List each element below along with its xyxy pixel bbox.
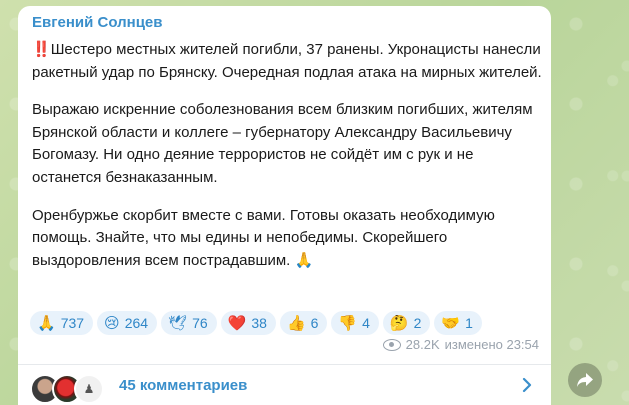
share-button[interactable] — [568, 363, 602, 397]
reaction-thumbs-down[interactable]: 👎 4 — [331, 311, 379, 335]
paragraph-2: Выражаю искренние соболезнования всем бл… — [32, 101, 533, 186]
message-text: ‼️ Шестеро местных жителей погибли, 37 ра… — [32, 39, 544, 287]
eye-icon — [382, 338, 401, 351]
reaction-cry[interactable]: 😢 264 — [97, 311, 158, 335]
avatar: ♟ — [74, 374, 104, 404]
paragraph-3: Оренбуржье скорбит вместе с вами. Готовы… — [32, 206, 495, 269]
commenter-avatars: ♟ — [30, 374, 104, 404]
comments-count-label[interactable]: 45 комментариев — [119, 377, 247, 394]
double-exclamation-emoji: ‼️ — [32, 41, 51, 58]
share-arrow-icon — [577, 373, 593, 387]
channel-post: Евгений Солнцев ‼️ Шестеро местных жителе… — [18, 6, 551, 405]
reaction-thinking[interactable]: 🤔 2 — [382, 311, 431, 335]
paragraph-1: ‼️ Шестеро местных жителей погибли, 37 ра… — [32, 41, 542, 81]
reaction-heart[interactable]: ❤️ 38 — [220, 311, 276, 335]
author-name[interactable]: Евгений Солнцев — [32, 14, 162, 31]
reaction-thumbs-up[interactable]: 👍 6 — [279, 311, 328, 335]
edited-time: изменено 23:54 — [444, 337, 539, 352]
reaction-dove[interactable]: 🕊 76 — [161, 311, 217, 335]
post-meta: 28.2K изменено 23:54 — [382, 337, 539, 352]
view-count: 28.2K — [405, 337, 440, 352]
chevron-right-icon[interactable] — [517, 375, 537, 395]
reactions-bar: 🙏 737 😢 264 🕊 76 ❤️ 38 👍 6 👎 4 🤔 2 🤝 1 — [30, 311, 482, 335]
reaction-pray[interactable]: 🙏 737 — [30, 311, 94, 335]
comments-row[interactable]: ♟ 45 комментариев — [18, 365, 551, 405]
reaction-handshake[interactable]: 🤝 1 — [434, 311, 482, 335]
